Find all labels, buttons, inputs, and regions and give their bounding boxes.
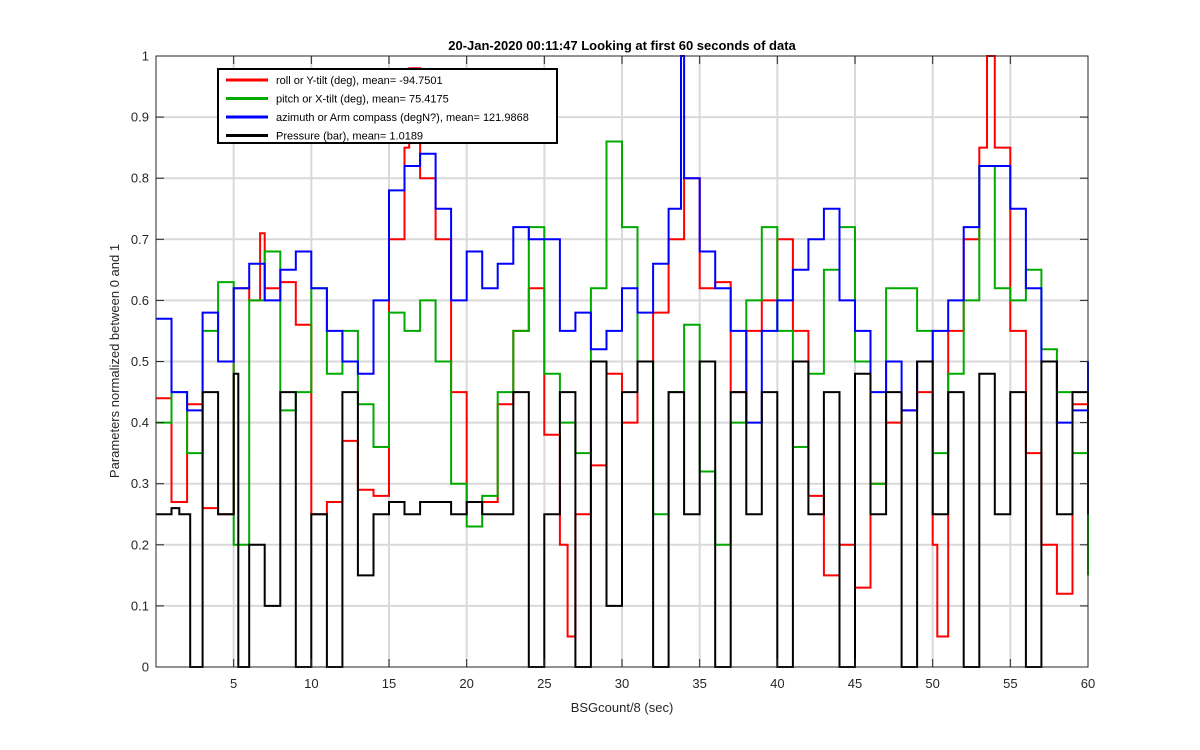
y-tick-label: 0.9 (131, 110, 149, 125)
y-tick-label: 0.6 (131, 293, 149, 308)
y-tick-label: 0.3 (131, 476, 149, 491)
x-tick-label: 20 (459, 676, 473, 691)
x-tick-label: 5 (230, 676, 237, 691)
x-tick-label: 45 (848, 676, 862, 691)
x-tick-label: 60 (1081, 676, 1095, 691)
x-tick-label: 40 (770, 676, 784, 691)
legend-label-3: Pressure (bar), mean= 1.0189 (276, 131, 423, 143)
x-tick-label: 55 (1003, 676, 1017, 691)
x-tick-label: 10 (304, 676, 318, 691)
legend-label-1: pitch or X-tilt (deg), mean= 75.4175 (276, 94, 449, 106)
legend-label-0: roll or Y-tilt (deg), mean= -94.7501 (276, 75, 443, 87)
x-tick-label: 30 (615, 676, 629, 691)
y-tick-label: 0.7 (131, 232, 149, 247)
x-tick-label: 50 (925, 676, 939, 691)
x-tick-label: 25 (537, 676, 551, 691)
legend-label-2: azimuth or Arm compass (degN?), mean= 12… (276, 112, 529, 124)
chart-title: 20-Jan-2020 00:11:47 Looking at first 60… (448, 38, 796, 53)
chart: 5 10 15 20 25 30 35 40 45 50 55 60 0 0.1 0.2 0.3 0.4 0.5 0… (0, 0, 1200, 750)
y-tick-label: 0.8 (131, 171, 149, 186)
x-tick-label: 35 (692, 676, 706, 691)
x-axis-title: BSGcount/8 (sec) (571, 700, 674, 715)
y-tick-label: 0.4 (131, 415, 149, 430)
x-tick-label: 15 (382, 676, 396, 691)
legend: roll or Y-tilt (deg), mean= -94.7501 pitc… (217, 68, 558, 144)
y-tick-label: 0.5 (131, 354, 149, 369)
y-tick-label: 0.2 (131, 537, 149, 552)
y-tick-label: 0 (142, 660, 149, 675)
y-axis-title: Parameters normalized between 0 and 1 (107, 244, 122, 478)
y-tick-label: 1 (142, 49, 149, 64)
y-tick-label: 0.1 (131, 598, 149, 613)
